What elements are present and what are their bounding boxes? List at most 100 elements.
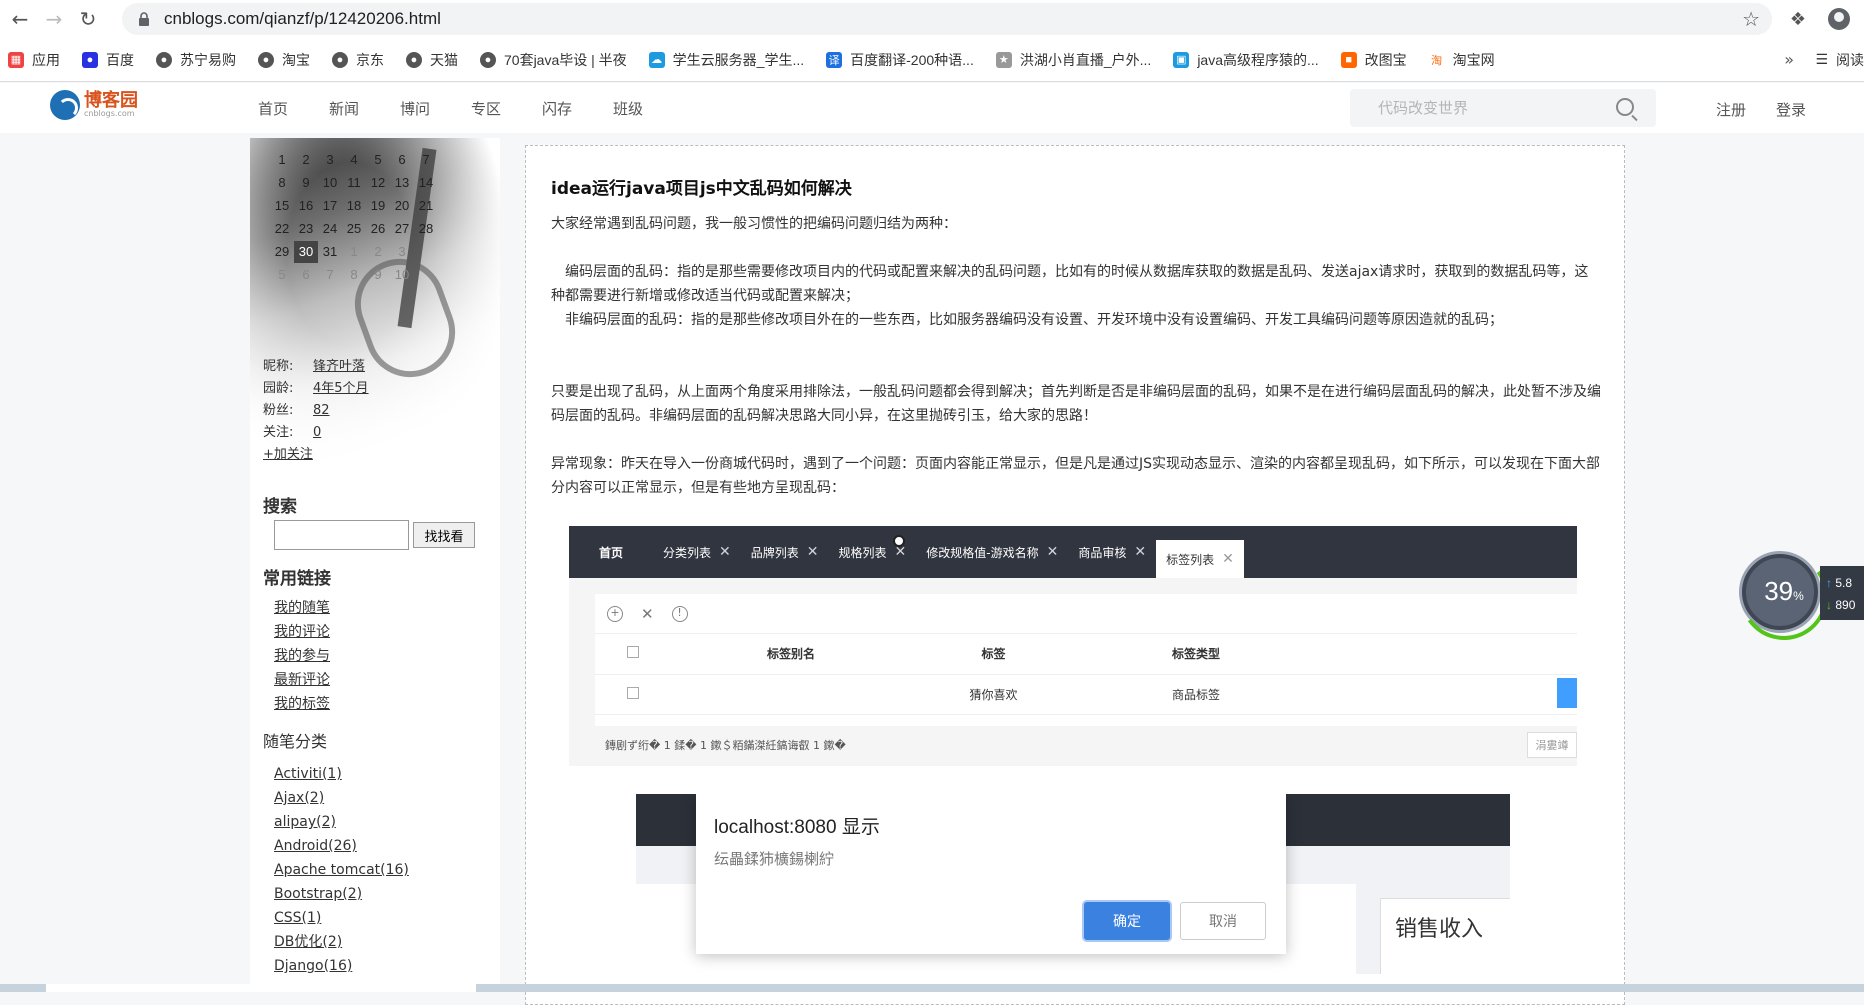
site-search-input[interactable] [1350,89,1590,127]
calendar-day[interactable]: 29 [270,244,294,259]
cnblogs-logo[interactable]: 博客园 cnblogs.com [50,90,138,120]
bookmark-tmall[interactable]: ● 天猫 [406,50,458,70]
calendar-day[interactable]: 19 [366,198,390,213]
extensions-icon[interactable]: ❖ [1790,9,1806,30]
calendar-day[interactable]: 28 [414,221,438,236]
calendar-day[interactable]: 9 [294,175,318,190]
sidebar-search-input[interactable] [274,520,409,550]
category-link[interactable]: Android(26) [274,834,409,858]
calendar-day[interactable]: 8 [270,175,294,190]
bookmark-baidu-translate[interactable]: 译百度翻译-200种语... [826,50,974,70]
calendar-day[interactable]: 20 [390,198,414,213]
bookmark-jd[interactable]: ● 京东 [332,50,384,70]
calendar-day[interactable]: 25 [342,221,366,236]
calendar-day[interactable]: 21 [414,198,438,213]
calendar-day[interactable]: 10 [390,267,414,282]
nav-news[interactable]: 新闻 [329,98,400,119]
calendar-day[interactable]: 7 [318,267,342,282]
reading-list[interactable]: ☰ 阅读 [1815,50,1864,70]
category-link[interactable]: Apache tomcat(16) [274,858,409,882]
link-my-posts[interactable]: 我的随笔 [274,596,330,620]
calendar-day[interactable]: 2 [294,152,318,167]
category-link[interactable]: alipay(2) [274,810,409,834]
bookmark-java-projects[interactable]: ● 70套java毕设 | 半夜 [480,50,627,70]
calendar-day[interactable]: 3 [318,152,342,167]
calendar-day[interactable]: 1 [342,244,366,259]
calendar-day[interactable]: 26 [366,221,390,236]
sidebar-search-button[interactable]: 找找看 [413,522,475,548]
add-follow-link[interactable]: +加关注 [263,444,313,466]
network-speed-widget[interactable]: 39% ↑ 5.8 ↓ 890 [1742,554,1864,630]
calendar-day[interactable]: 3 [390,244,414,259]
link-my-participation[interactable]: 我的参与 [274,644,330,668]
category-link[interactable]: Ajax(2) [274,786,409,810]
calendar-day[interactable]: 6 [294,267,318,282]
calendar-day[interactable]: 5 [366,152,390,167]
reload-icon[interactable]: ↻ [74,5,102,33]
bookmark-taobao[interactable]: ● 淘宝 [258,50,310,70]
nav-flash[interactable]: 闪存 [542,98,613,119]
forward-icon[interactable]: → [40,5,68,33]
bookmarks-overflow-icon[interactable]: » [1784,50,1794,69]
link-my-tags[interactable]: 我的标签 [274,692,330,716]
calendar-day[interactable]: 27 [390,221,414,236]
bookmark-taobaowang[interactable]: 淘淘宝网 [1428,50,1495,70]
calendar-day[interactable]: 15 [270,198,294,213]
calendar-day[interactable]: 10 [318,175,342,190]
bookmark-bilibili[interactable]: ▣ java高级程序猿的... [1173,50,1319,70]
nickname-link[interactable]: 锋齐叶落 [313,356,365,378]
calendar-day[interactable]: 7 [414,152,438,167]
calendar-day[interactable]: 6 [390,152,414,167]
nav-home[interactable]: 首页 [258,98,329,119]
follow-link[interactable]: 0 [313,422,321,444]
bookmark-label: 京东 [356,51,384,68]
calendar-day[interactable]: 11 [342,175,366,190]
calendar-day[interactable]: 2 [366,244,390,259]
register-link[interactable]: 注册 [1716,99,1746,120]
calendar-day[interactable]: 8 [342,267,366,282]
calendar-week: 29 30 31 1 2 3 [270,240,438,263]
calendar-day[interactable]: 12 [366,175,390,190]
calendar-day[interactable]: 18 [342,198,366,213]
calendar-day[interactable]: 9 [366,267,390,282]
nav-class[interactable]: 班级 [613,98,684,119]
calendar-day[interactable]: 13 [390,175,414,190]
bookmark-live[interactable]: ★ 洪湖小肖直播_户外... [995,50,1151,70]
calendar-day[interactable]: 4 [342,152,366,167]
category-link[interactable]: Activiti(1) [274,762,409,786]
calendar-day[interactable]: 16 [294,198,318,213]
nav-qa[interactable]: 博问 [400,98,471,119]
calendar-day[interactable]: 22 [270,221,294,236]
back-icon[interactable]: ← [6,5,34,33]
category-link[interactable]: Django(16) [274,954,409,978]
calendar-day[interactable]: 31 [318,244,342,259]
bookmarks-bar: ▦ 应用 ● 百度 ● 苏宁易购 ● 淘宝 ● 京东 ● 天猫 ● 70套java毕设 | 半… [0,38,1864,82]
calendar-day[interactable]: 24 [318,221,342,236]
category-link[interactable]: Bootstrap(2) [274,882,409,906]
profile-avatar-icon[interactable] [1828,8,1850,30]
category-link[interactable]: DB优化(2) [274,930,409,954]
calendar-day[interactable]: 30 [294,240,318,263]
link-latest-comments[interactable]: 最新评论 [274,668,330,692]
calendar-day[interactable]: 17 [318,198,342,213]
nav-zone[interactable]: 专区 [471,98,542,119]
link-my-comments[interactable]: 我的评论 [274,620,330,644]
fans-link[interactable]: 82 [313,400,330,422]
category-link[interactable]: CSS(1) [274,906,409,930]
age-link[interactable]: 4年5个月 [313,378,369,400]
address-bar[interactable]: cnblogs.com/qianzf/p/12420206.html ☆ [122,3,1772,35]
bookmark-suning[interactable]: ● 苏宁易购 [156,50,236,70]
login-link[interactable]: 登录 [1776,99,1806,120]
bookmark-student-cloud[interactable]: ☁ 学生云服务器_学生... [648,50,804,70]
bookmark-baidu[interactable]: ● 百度 [82,50,134,70]
bookmark-star-icon[interactable]: ☆ [1742,7,1760,31]
search-icon[interactable] [1616,98,1634,116]
calendar-day[interactable]: 14 [414,175,438,190]
bookmark-gaitubao[interactable]: ■ 改图宝 [1340,50,1407,70]
bookmark-apps[interactable]: ▦ 应用 [8,50,60,70]
img-col-header: 标签 [911,634,1076,675]
post-title[interactable]: idea运行java项目js中文乱码如何解决 [551,174,852,199]
calendar-day[interactable]: 1 [270,152,294,167]
calendar-day[interactable]: 5 [270,267,294,282]
calendar-day[interactable]: 23 [294,221,318,236]
